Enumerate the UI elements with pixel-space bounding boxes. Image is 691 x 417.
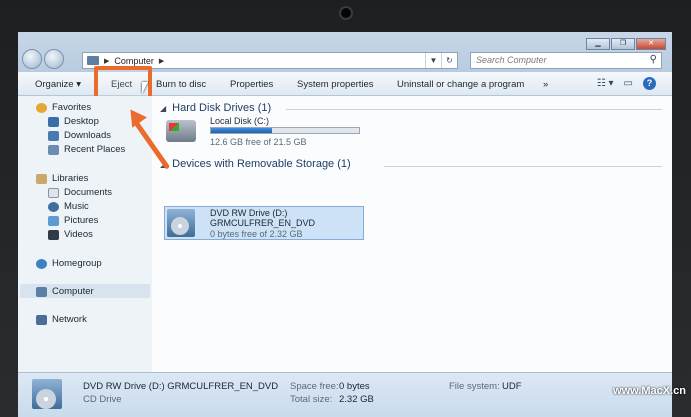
desktop-icon [48, 116, 59, 127]
nav-libraries-label: Libraries [52, 173, 89, 184]
help-icon[interactable]: ? [643, 77, 656, 90]
computer-icon [36, 286, 47, 297]
nav-music-label: Music [64, 201, 89, 212]
nav-favorites[interactable]: Favorites [36, 102, 91, 113]
maximize-button[interactable]: ❐ [611, 38, 635, 50]
search-input[interactable]: Search Computer ⚲ [470, 52, 662, 69]
navigation-pane: Favorites Desktop Downloads Recent Place… [18, 96, 152, 372]
dvd-drive-icon [167, 209, 195, 237]
pictures-icon [48, 215, 59, 226]
total-size-value: 2.32 GB [339, 394, 374, 405]
nav-libraries[interactable]: Libraries [36, 173, 88, 184]
total-size-label: Total size: [290, 394, 333, 405]
space-free-label: Space free: [290, 381, 339, 392]
nav-recent-places[interactable]: Recent Places [48, 144, 125, 155]
dvd-drive-icon [32, 379, 62, 409]
refresh-icon[interactable]: ↻ [441, 53, 457, 68]
collapse-icon[interactable]: ◢ [160, 104, 166, 113]
nav-recent-label: Recent Places [64, 144, 126, 155]
minimize-button[interactable]: ▁ [586, 38, 610, 50]
removable-group-label: Devices with Removable Storage (1) [172, 158, 351, 170]
nav-documents-label: Documents [64, 187, 113, 198]
recent-places-icon [48, 144, 59, 155]
details-title: DVD RW Drive (D:) GRMCULFRER_EN_DVD [83, 381, 279, 392]
nav-videos[interactable]: Videos [48, 229, 93, 240]
file-system-label: File system: [449, 381, 500, 392]
search-icon[interactable]: ⚲ [650, 54, 657, 65]
removable-group-header[interactable]: ◢ Devices with Removable Storage (1) [160, 158, 351, 170]
windows-logo-icon [169, 123, 179, 131]
nav-network[interactable]: Network [36, 314, 87, 325]
nav-pictures[interactable]: Pictures [48, 215, 98, 226]
monitor-bezel: ▶ Computer ▶ ▼ ↻ Search Computer ⚲ ▁ ❐ ✕… [0, 0, 691, 417]
nav-downloads[interactable]: Downloads [48, 130, 111, 141]
details-pane: DVD RW Drive (D:) GRMCULFRER_EN_DVD CD D… [18, 372, 672, 417]
hdd-group-header[interactable]: ◢ Hard Disk Drives (1) [160, 102, 271, 114]
documents-icon [48, 187, 59, 198]
system-properties-button[interactable]: System properties [297, 79, 374, 90]
disc-icon [36, 389, 56, 409]
nav-documents[interactable]: Documents [48, 187, 112, 198]
properties-button[interactable]: Properties [230, 79, 273, 90]
homegroup-icon [36, 258, 47, 269]
dvd-drive-free: 0 bytes free of 2.32 GB [210, 229, 303, 239]
downloads-icon [48, 130, 59, 141]
file-system-value: UDF [502, 381, 522, 392]
address-dropdown-icon[interactable]: ▼ [425, 53, 441, 68]
organize-label: Organize [35, 79, 74, 90]
window-controls: ▁ ❐ ✕ [586, 38, 666, 50]
breadcrumb-chevron-icon[interactable]: ▶ [104, 57, 109, 65]
nav-desktop[interactable]: Desktop [48, 116, 99, 127]
content-pane: ◢ Hard Disk Drives (1) Local Disk (C:) 1… [152, 96, 672, 372]
search-placeholder: Search Computer [476, 55, 547, 65]
nav-computer[interactable]: Computer [36, 286, 94, 297]
uninstall-program-button[interactable]: Uninstall or change a program [397, 79, 524, 90]
nav-music[interactable]: Music [48, 201, 89, 212]
details-type: CD Drive [83, 394, 122, 405]
breadcrumb-chevron-icon[interactable]: ▶ [159, 57, 164, 65]
network-icon [36, 314, 47, 325]
music-icon [48, 201, 59, 212]
change-view-icon[interactable]: ☷ ▾ [597, 78, 614, 89]
local-disk-usage-fill [211, 128, 272, 133]
webcam [341, 8, 351, 18]
nav-downloads-label: Downloads [64, 130, 111, 141]
dvd-drive-name: DVD RW Drive (D:) [210, 208, 288, 218]
star-icon [36, 102, 47, 113]
view-controls: ☷ ▾ ▭ ? [597, 77, 656, 90]
mouse-cursor-icon [142, 82, 154, 94]
forward-button[interactable] [44, 49, 64, 69]
disc-icon [171, 217, 189, 235]
close-button[interactable]: ✕ [636, 38, 666, 50]
videos-icon [48, 229, 59, 240]
burn-to-disc-button[interactable]: Burn to disc [156, 79, 206, 90]
dvd-drive-label: GRMCULFRER_EN_DVD [210, 218, 316, 228]
explorer-window: ▶ Computer ▶ ▼ ↻ Search Computer ⚲ ▁ ❐ ✕… [18, 32, 672, 417]
more-commands-button[interactable]: » [543, 79, 548, 90]
back-button[interactable] [22, 49, 42, 69]
breadcrumb-computer[interactable]: Computer [114, 56, 154, 66]
nav-homegroup-label: Homegroup [52, 258, 102, 269]
preview-pane-icon[interactable]: ▭ [624, 78, 633, 89]
nav-computer-label: Computer [52, 286, 94, 297]
local-disk-usage-bar [210, 127, 360, 134]
group-divider [384, 166, 662, 167]
nav-videos-label: Videos [64, 229, 93, 240]
organize-menu[interactable]: Organize ▾ [35, 79, 81, 90]
nav-pictures-label: Pictures [64, 215, 99, 226]
computer-icon [87, 56, 99, 65]
nav-network-label: Network [52, 314, 87, 325]
space-free-value: 0 bytes [339, 381, 370, 392]
group-divider [286, 109, 662, 110]
nav-homegroup[interactable]: Homegroup [36, 258, 102, 269]
hdd-group-label: Hard Disk Drives (1) [172, 102, 272, 114]
nav-favorites-label: Favorites [52, 102, 92, 113]
watermark: www.MacX.cn [613, 385, 686, 397]
local-disk-name: Local Disk (C:) [210, 116, 270, 126]
libraries-icon [36, 173, 47, 184]
nav-desktop-label: Desktop [64, 116, 99, 127]
hard-disk-icon [166, 120, 196, 142]
local-disk-free: 12.6 GB free of 21.5 GB [210, 137, 307, 147]
